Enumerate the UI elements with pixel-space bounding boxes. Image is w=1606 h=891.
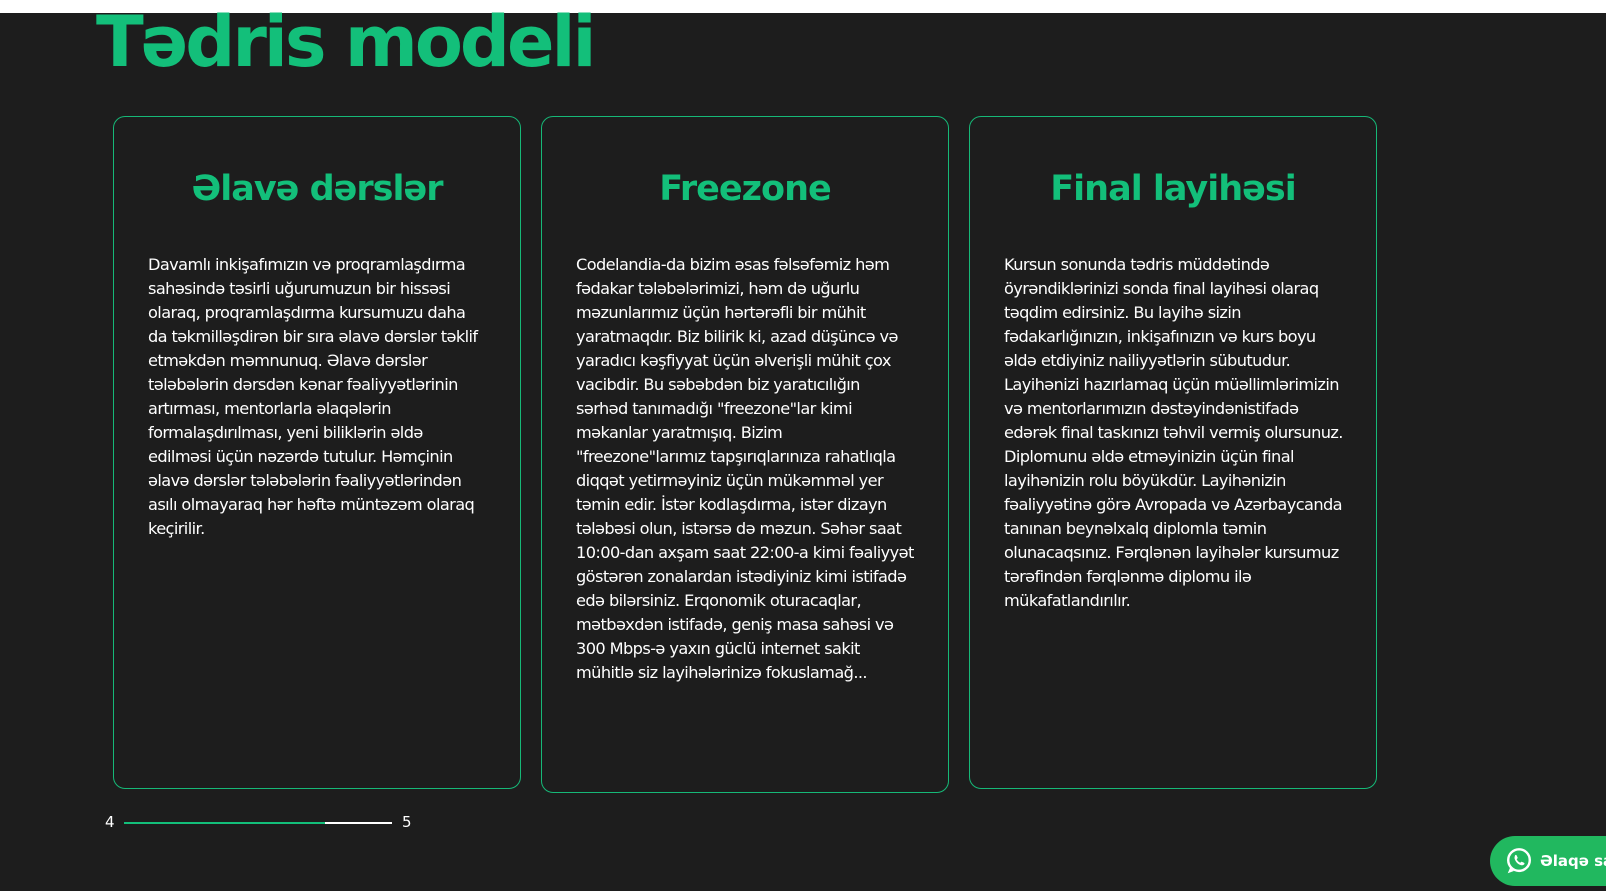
card-description: Davamlı inkişafımızın və proqramlaşdırma… [148,255,478,538]
section-title: Tədris modeli [96,1,596,83]
card-title: Freezone [659,169,831,209]
slider-pagination: 4 5 [0,812,460,832]
card-description: Codelandia-da bizim əsas fəlsəfəmiz həm … [576,255,914,682]
pager-total: 5 [402,813,412,831]
whatsapp-contact-button[interactable]: Əlaqə saxla [1490,836,1606,886]
card-freezone: Freezone Codelandia-da bizim əsas fəlsəf… [541,116,949,793]
contact-button-viewport: Əlaqə saxla [1490,836,1606,886]
pager-current: 4 [105,813,115,831]
card-title: Final layihəsi [1050,169,1296,209]
whatsapp-icon [1507,848,1531,874]
card-final-project: Final layihəsi Kursun sonunda tədris müd… [969,116,1377,789]
card-title: Əlavə dərslər [191,169,444,209]
contact-label: Əlaqə saxla [1540,852,1606,870]
pager-progress-fill [124,822,325,824]
pager-progress-track[interactable] [124,822,392,824]
card-extra-lessons: Əlavə dərslər Davamlı inkişafımızın və p… [113,116,521,789]
card-description: Kursun sonunda tədris müddətində öyrəndi… [1004,255,1343,610]
